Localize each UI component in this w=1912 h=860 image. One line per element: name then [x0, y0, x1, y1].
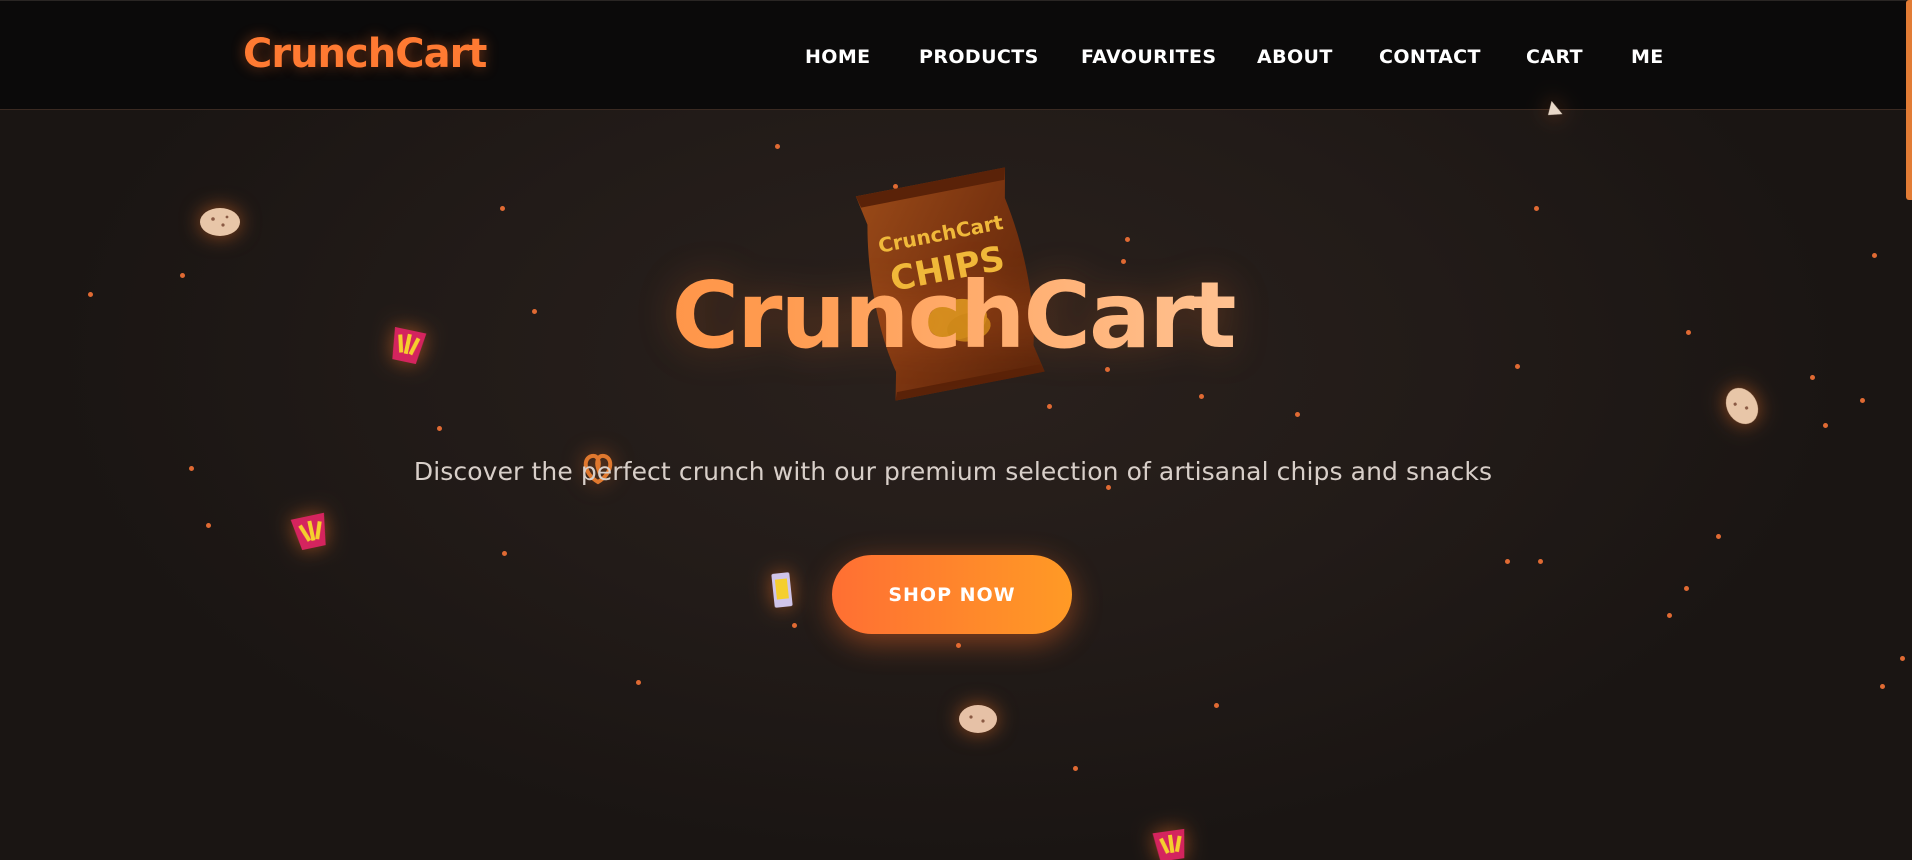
- particle-dot: [636, 680, 641, 685]
- particle-dot: [1538, 559, 1543, 564]
- particle-dot: [1880, 684, 1885, 689]
- particle-dot: [775, 144, 780, 149]
- fries-icon: [290, 512, 326, 551]
- particle-dot: [1667, 613, 1672, 618]
- particle-dot: [1900, 656, 1905, 661]
- particle-dot: [1047, 404, 1052, 409]
- particle-dot: [1199, 394, 1204, 399]
- particle-dot: [1214, 703, 1219, 708]
- hero-subtitle: Discover the perfect crunch with our pre…: [413, 457, 1493, 486]
- nav-products[interactable]: PRODUCTS: [919, 46, 1039, 68]
- particle-dot: [1505, 559, 1510, 564]
- scrollbar-thumb[interactable]: [1906, 0, 1912, 200]
- particle-dot: [956, 643, 961, 648]
- nav-favourites[interactable]: FAVOURITES: [1081, 46, 1217, 68]
- page: CrunchCart HOME PRODUCTS FAVOURITES ABOU…: [0, 0, 1912, 860]
- nav-about[interactable]: ABOUT: [1257, 46, 1333, 68]
- particle-dot: [1716, 534, 1721, 539]
- particle-dot: [792, 623, 797, 628]
- particle-dot: [437, 426, 442, 431]
- particle-dot: [502, 551, 507, 556]
- nav-cart[interactable]: CART: [1526, 46, 1583, 68]
- particle-dot: [1125, 237, 1130, 242]
- particle-dot: [1295, 412, 1300, 417]
- nav-me[interactable]: ME: [1631, 46, 1664, 68]
- nav-home[interactable]: HOME: [805, 46, 871, 68]
- shop-now-button[interactable]: SHOP NOW: [832, 555, 1072, 634]
- navbar: CrunchCart HOME PRODUCTS FAVOURITES ABOU…: [0, 0, 1906, 110]
- potato-icon: [1725, 387, 1759, 425]
- potato-icon: [959, 705, 997, 733]
- particle-dot: [1823, 423, 1828, 428]
- chip-icon: [771, 572, 793, 608]
- nav-contact[interactable]: CONTACT: [1379, 46, 1481, 68]
- particle-dot: [1810, 375, 1815, 380]
- fries-icon: [1152, 828, 1185, 860]
- particle-dot: [500, 206, 505, 211]
- nav-links: HOME PRODUCTS FAVOURITES ABOUT CONTACT C…: [0, 46, 1906, 70]
- particle-dot: [1872, 253, 1877, 258]
- particle-dot: [1073, 766, 1078, 771]
- potato-icon: [200, 208, 240, 236]
- particle-dot: [1684, 586, 1689, 591]
- particle-dot: [1860, 398, 1865, 403]
- hero-title: CrunchCart: [0, 262, 1906, 369]
- particle-dot: [206, 523, 211, 528]
- particle-dot: [1534, 206, 1539, 211]
